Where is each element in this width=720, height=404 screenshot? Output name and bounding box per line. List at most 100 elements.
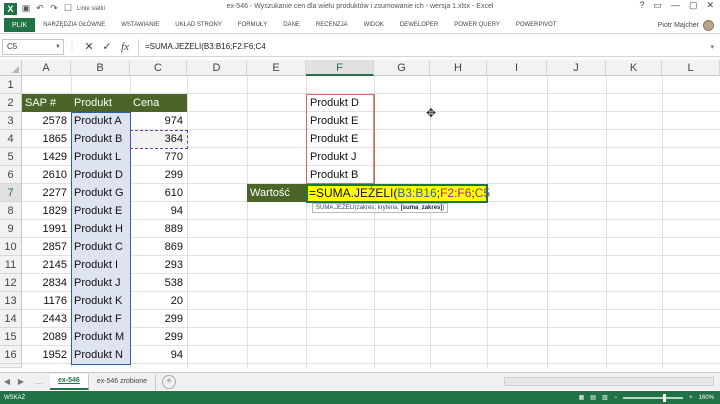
row-header-1[interactable]: 1 (0, 76, 22, 94)
zoom-out-icon[interactable]: − (614, 395, 618, 401)
gridlines-label[interactable]: Linie siatki (77, 6, 105, 12)
close-icon[interactable]: ✕ (706, 0, 714, 11)
tab-file[interactable]: PLIK (4, 18, 36, 32)
wartosc-label[interactable]: Wartość (247, 184, 306, 202)
cell-c14[interactable]: 299 (130, 310, 187, 328)
cell-a11[interactable]: 2145 (22, 256, 71, 274)
row-header-7[interactable]: 7 (0, 184, 22, 202)
save-icon[interactable]: ▣ (21, 3, 31, 14)
minimize-icon[interactable]: — (671, 0, 680, 11)
cell-a6[interactable]: 2610 (22, 166, 71, 184)
sheet-tab-ex-546[interactable]: ex-546 (50, 373, 89, 390)
column-header-e[interactable]: E (247, 60, 306, 76)
cell-a14[interactable]: 2443 (22, 310, 71, 328)
column-header-l[interactable]: L (662, 60, 720, 76)
chevron-down-icon[interactable]: ▼ (55, 44, 61, 50)
formula-input[interactable]: =SUMA.JEŻELI(B3:B16;F2:F6;C4 (138, 38, 710, 55)
tab-view[interactable]: WIDOK (356, 22, 392, 28)
cell-c5[interactable]: 770 (130, 148, 187, 166)
tab-developer[interactable]: DEWELOPER (392, 22, 446, 28)
help-icon[interactable]: ? (639, 0, 644, 11)
chevron-left-icon[interactable]: ◀ (0, 377, 14, 386)
zoom-in-icon[interactable]: + (689, 395, 693, 401)
sheet-tab-ex-546-zrobione[interactable]: ex-546 zrobione (89, 373, 156, 390)
cell-c3[interactable]: 974 (130, 112, 187, 130)
name-box[interactable]: C5 ▼ (2, 38, 64, 55)
cell-c13[interactable]: 20 (130, 292, 187, 310)
cell-c6[interactable]: 299 (130, 166, 187, 184)
column-header-a[interactable]: A (22, 60, 71, 76)
tab-insert[interactable]: WSTAWIANIE (113, 22, 167, 28)
row-header-6[interactable]: 6 (0, 166, 22, 184)
insert-function-icon[interactable]: fx (116, 41, 134, 53)
normal-view-icon[interactable]: ▦ (579, 394, 585, 401)
cell-c7[interactable]: 610 (130, 184, 187, 202)
user-account[interactable]: Piotr Majcher (658, 17, 720, 34)
undo-icon[interactable]: ↶ (35, 3, 45, 14)
cell-a8[interactable]: 1829 (22, 202, 71, 220)
column-header-d[interactable]: D (187, 60, 247, 76)
formula-bar-grip-icon[interactable]: ⋮ (68, 42, 76, 51)
column-header-k[interactable]: K (606, 60, 662, 76)
cell-a15[interactable]: 2089 (22, 328, 71, 346)
chevron-right-icon[interactable]: ▶ (14, 377, 28, 386)
column-header-c[interactable]: C (130, 60, 187, 76)
cell-a3[interactable]: 2578 (22, 112, 71, 130)
column-header-j[interactable]: J (547, 60, 606, 76)
zoom-level[interactable]: 160% (699, 395, 714, 401)
enter-icon[interactable]: ✓ (98, 40, 116, 53)
cell-c16[interactable]: 94 (130, 346, 187, 364)
function-tooltip[interactable]: SUMA.JEŻELI(zakres; kryteria; [suma_zakr… (312, 203, 449, 213)
cancel-icon[interactable]: ✕ (80, 40, 98, 53)
cell-c11[interactable]: 293 (130, 256, 187, 274)
column-header-g[interactable]: G (374, 60, 430, 76)
more-sheets-icon[interactable]: … (28, 377, 50, 386)
horizontal-scrollbar[interactable] (504, 377, 714, 386)
tab-home[interactable]: NARZĘDZIA GŁÓWNE (35, 22, 113, 28)
gridlines-checkbox-icon[interactable]: ☐ (63, 3, 73, 14)
row-header-11[interactable]: 11 (0, 256, 22, 274)
expand-formula-bar-icon[interactable]: ▾ (710, 43, 720, 51)
cell-a13[interactable]: 1176 (22, 292, 71, 310)
zoom-slider-thumb[interactable] (663, 393, 667, 402)
cell-c15[interactable]: 299 (130, 328, 187, 346)
cell-a12[interactable]: 2834 (22, 274, 71, 292)
tab-powerpivot[interactable]: POWERPIVOT (508, 22, 565, 28)
cell-a16[interactable]: 1952 (22, 346, 71, 364)
column-header-b[interactable]: B (71, 60, 130, 76)
table-header-cena[interactable]: Cena (130, 94, 187, 112)
column-header-f[interactable]: F (306, 60, 374, 76)
redo-icon[interactable]: ↷ (49, 3, 59, 14)
table-header-produkt[interactable]: Produkt (71, 94, 130, 112)
cell-a10[interactable]: 2857 (22, 238, 71, 256)
row-header-4[interactable]: 4 (0, 130, 22, 148)
row-header-8[interactable]: 8 (0, 202, 22, 220)
cell-c9[interactable]: 889 (130, 220, 187, 238)
cell-a5[interactable]: 1429 (22, 148, 71, 166)
cell-c8[interactable]: 94 (130, 202, 187, 220)
row-header-10[interactable]: 10 (0, 238, 22, 256)
tab-page-layout[interactable]: UKŁAD STRONY (167, 22, 230, 28)
select-all-button[interactable] (0, 60, 22, 76)
cell-c12[interactable]: 538 (130, 274, 187, 292)
row-header-12[interactable]: 12 (0, 274, 22, 292)
row-header-9[interactable]: 9 (0, 220, 22, 238)
ribbon-display-icon[interactable]: ▭ (653, 0, 662, 11)
row-header-3[interactable]: 3 (0, 112, 22, 130)
cell-a4[interactable]: 1865 (22, 130, 71, 148)
worksheet-grid[interactable]: A B C D E F G H I J K L 1 2 3 4 5 6 7 8 … (0, 60, 720, 368)
row-header-14[interactable]: 14 (0, 310, 22, 328)
cell-c10[interactable]: 869 (130, 238, 187, 256)
add-sheet-icon[interactable]: + (162, 374, 176, 389)
maximize-icon[interactable]: ▢ (689, 0, 698, 11)
column-header-h[interactable]: H (430, 60, 487, 76)
table-header-sap[interactable]: SAP # (22, 94, 71, 112)
tab-data[interactable]: DANE (275, 22, 308, 28)
row-header-17[interactable] (0, 364, 22, 368)
page-layout-view-icon[interactable]: ▤ (590, 394, 596, 401)
cell-a7[interactable]: 2277 (22, 184, 71, 202)
row-header-2[interactable]: 2 (0, 94, 22, 112)
page-break-view-icon[interactable]: ▥ (602, 394, 608, 401)
row-header-15[interactable]: 15 (0, 328, 22, 346)
row-header-16[interactable]: 16 (0, 346, 22, 364)
